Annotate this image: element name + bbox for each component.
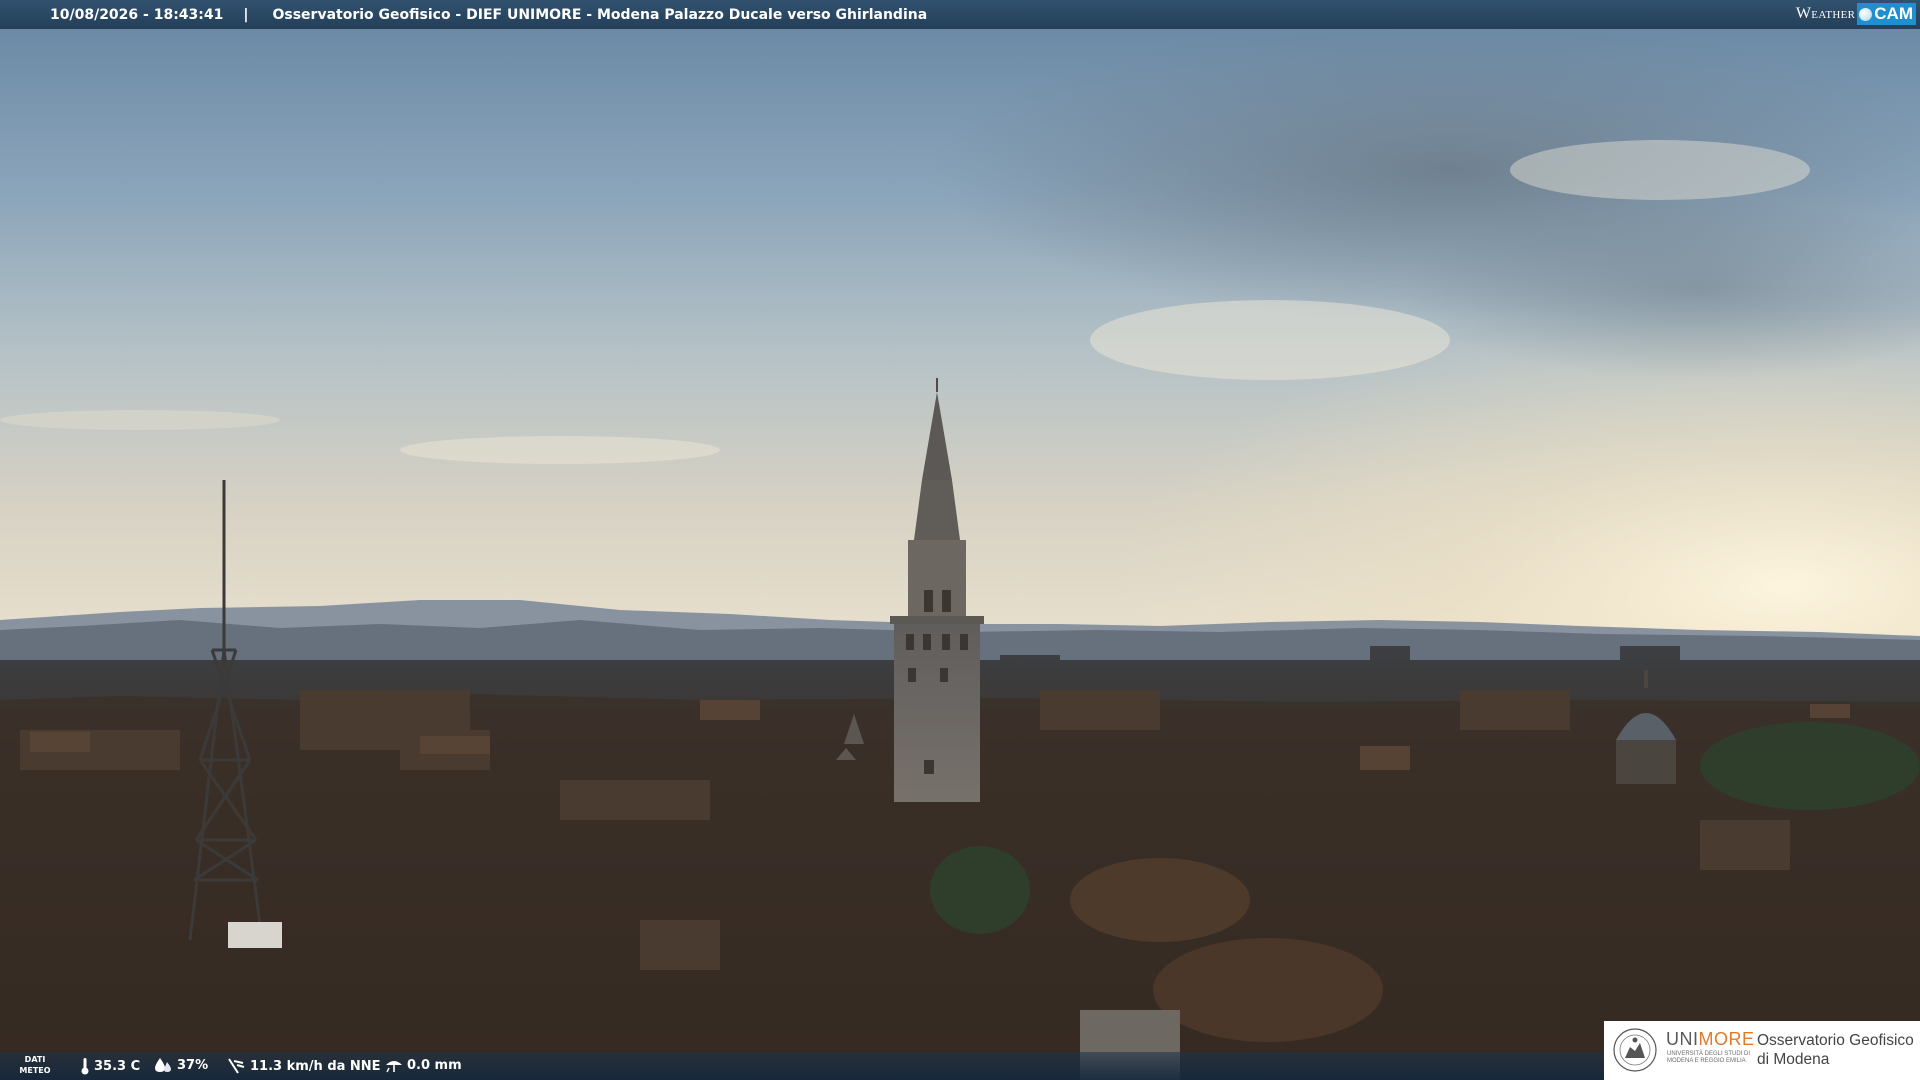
dome (1153, 938, 1383, 1042)
observatory-label-line1: Osservatorio Geofisico (1757, 1032, 1914, 1049)
unimore-logo: UNIMORE UNIVERSITÀ DEGLI STUDI DI MODENA… (1604, 1021, 1920, 1080)
humidity-drop-icon (155, 1058, 171, 1072)
trees (930, 846, 1030, 934)
observatory-label-line2: di Modena (1757, 1051, 1830, 1068)
university-name-line2: MODENA E REGGIO EMILIA (1667, 1058, 1746, 1064)
weathercam-logo: Weather CAM (1796, 3, 1916, 25)
unimore-uni: UNI (1666, 1029, 1699, 1049)
temperature-value: 35.3 C (94, 1058, 141, 1074)
temperature-reading: 35.3 C (80, 1057, 140, 1075)
unimore-wordmark: UNIMORE (1666, 1029, 1755, 1049)
meteo-label: DATI METEO (18, 1054, 52, 1076)
meteo-label-line2: METEO (19, 1066, 51, 1075)
rain-reading: 0.0 mm (385, 1057, 462, 1073)
university-name-line1: UNIVERSITÀ DEGLI STUDI DI (1667, 1051, 1751, 1057)
timestamp: 10/08/2026 - 18:43:41 (50, 6, 224, 23)
wind-value: 11.3 km/h da NNE (250, 1058, 381, 1074)
university-name: UNIVERSITÀ DEGLI STUDI DI MODENA E REGGI… (1667, 1051, 1750, 1065)
trees (1700, 722, 1920, 810)
observatory-label: Osservatorio Geofisico di Modena (1757, 1031, 1914, 1069)
humidity-value: 37% (177, 1057, 209, 1073)
wind-icon (228, 1058, 245, 1074)
brand-weather-text: Weather (1795, 5, 1856, 22)
header-separator: | (243, 6, 249, 23)
globe-icon (1859, 7, 1873, 21)
rain-gauge-icon (386, 1061, 402, 1073)
header-bar: 10/08/2026 - 18:43:41 | Osservatorio Geo… (0, 0, 1920, 29)
unimore-more: MORE (1698, 1029, 1755, 1049)
brand-cam-text: CAM (1874, 4, 1913, 23)
rain-value: 0.0 mm (407, 1057, 462, 1073)
wind-reading: 11.3 km/h da NNE (226, 1057, 381, 1075)
meteo-label-line1: DATI (24, 1055, 46, 1064)
university-seal-icon (1613, 1028, 1657, 1072)
humidity-reading: 37% (153, 1057, 208, 1073)
camera-location-title: Osservatorio Geofisico - DIEF UNIMORE - … (272, 6, 928, 23)
dome (1070, 858, 1250, 942)
brand-cam-badge: CAM (1857, 3, 1916, 25)
webcam-view (0, 20, 1920, 1080)
thermometer-icon (81, 1058, 89, 1075)
